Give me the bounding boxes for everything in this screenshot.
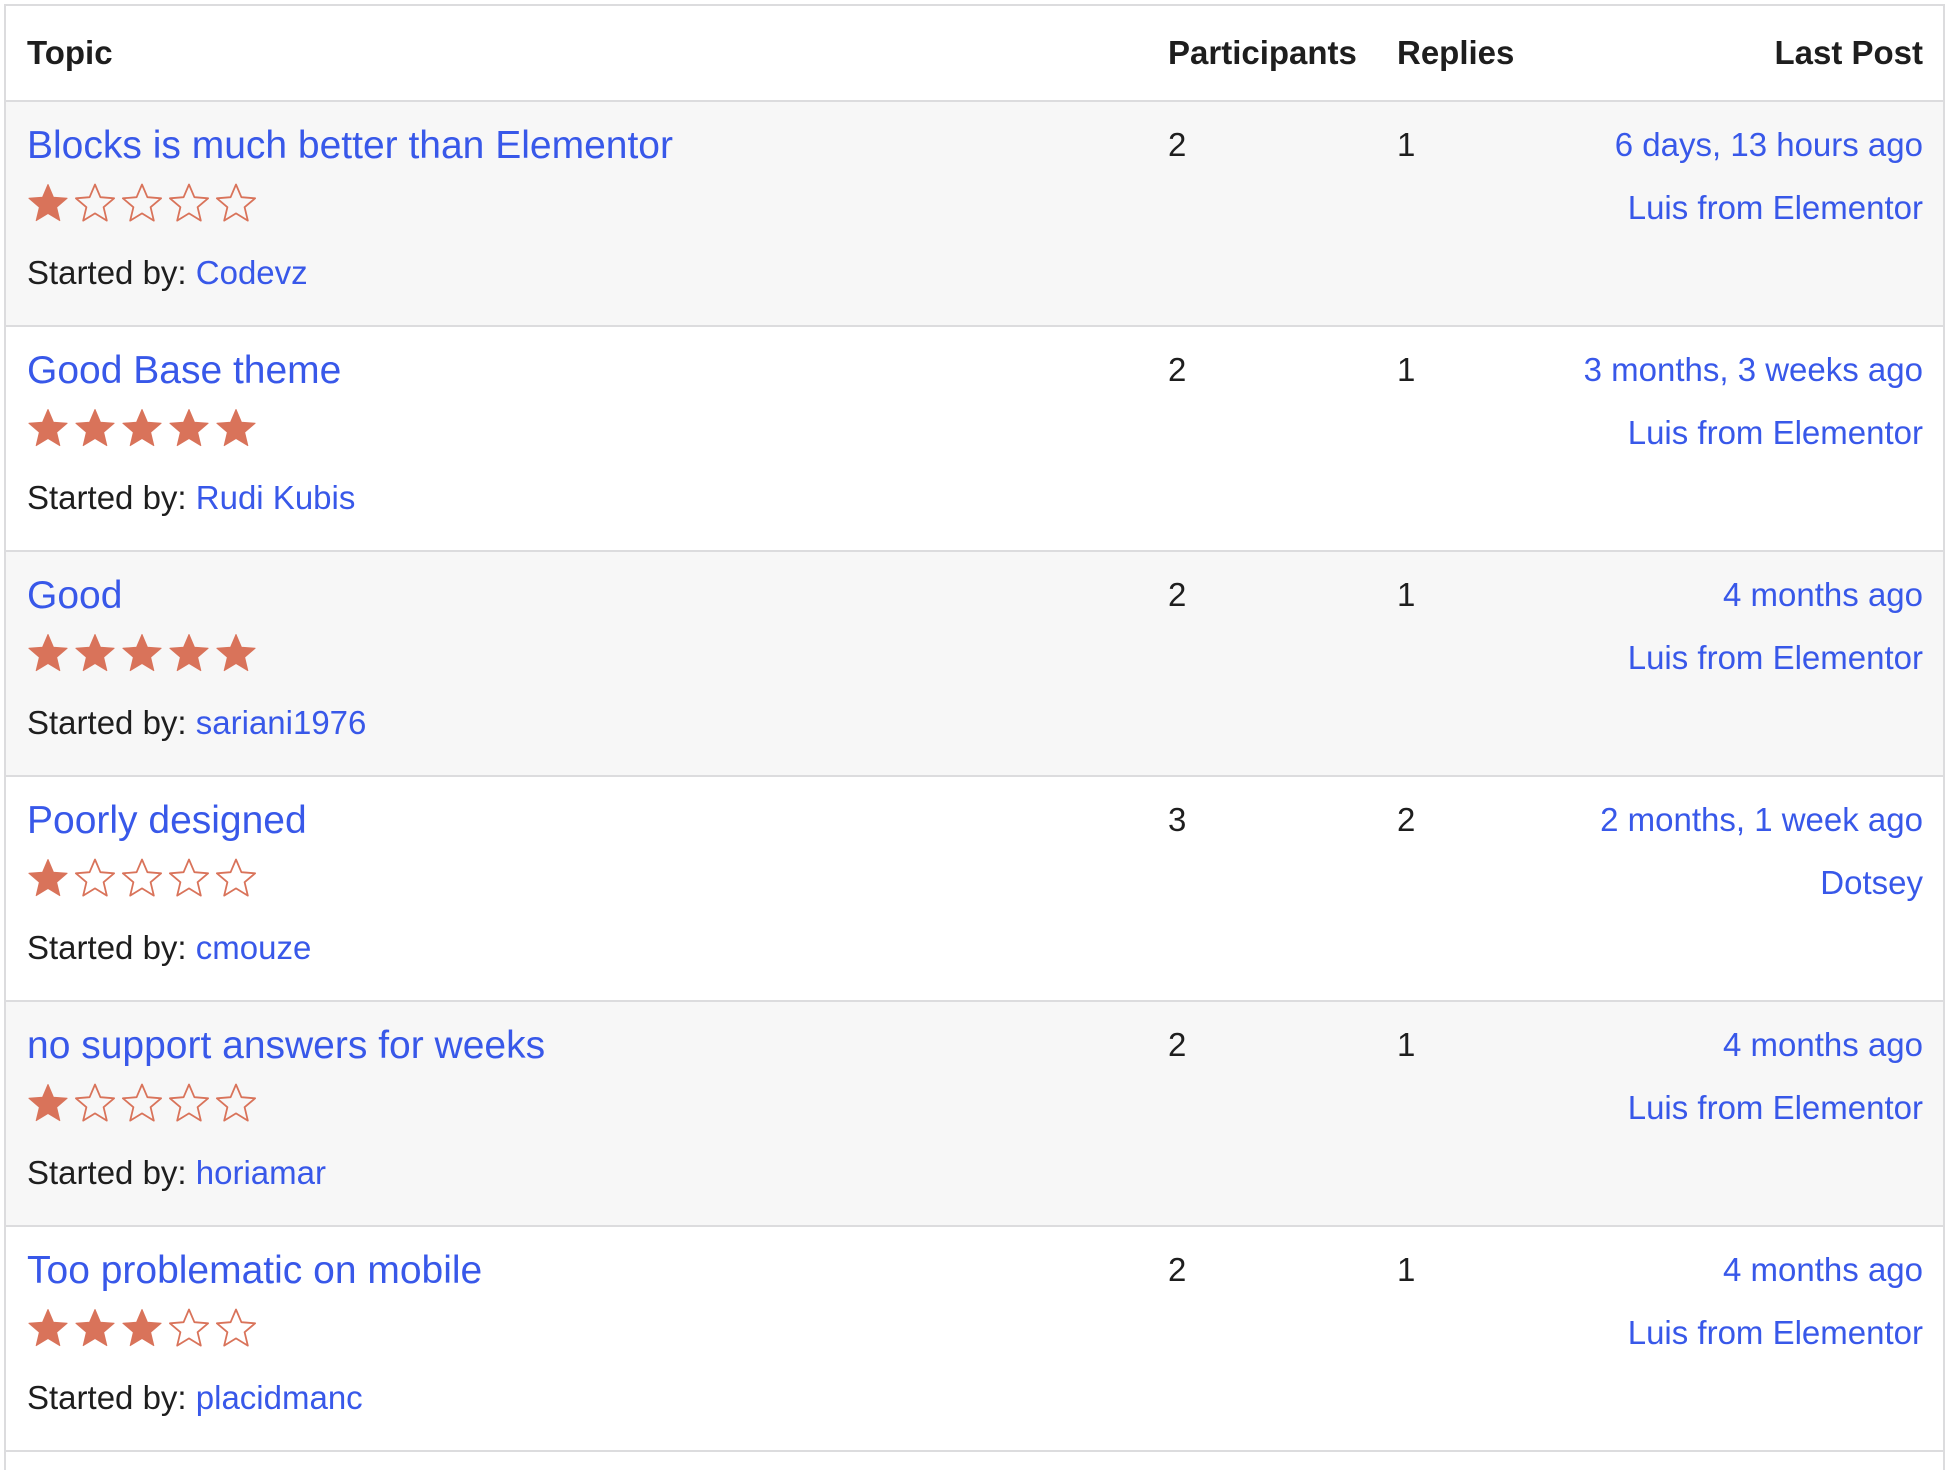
table-row: Blocks is much better than Elementor Sta…: [6, 102, 1943, 327]
star-filled-icon: [168, 632, 210, 674]
star-filled-icon: [74, 632, 116, 674]
started-by: Started by: horiamar: [27, 1154, 326, 1192]
replies-count: 1: [1397, 351, 1416, 388]
star-filled-icon: [27, 857, 69, 899]
replies-count: 1: [1397, 576, 1416, 613]
star-filled-icon: [27, 182, 69, 224]
started-by-label: Started by:: [27, 479, 187, 516]
author-link[interactable]: horiamar: [196, 1154, 326, 1191]
started-by-label: Started by:: [27, 254, 187, 291]
header-last-post: Last Post: [1774, 34, 1923, 71]
header-topic: Topic: [27, 34, 113, 71]
topic-title-link[interactable]: Blocks is much better than Elementor: [27, 124, 673, 168]
started-by-label: Started by:: [27, 929, 187, 966]
last-post-author-link[interactable]: Dotsey: [1820, 864, 1923, 902]
header-participants: Participants: [1168, 34, 1357, 71]
replies-count: 2: [1397, 801, 1416, 838]
participants-count: 2: [1168, 126, 1187, 163]
star-filled-icon: [27, 407, 69, 449]
last-post-time-link[interactable]: 4 months ago: [1723, 576, 1923, 614]
last-post-time-link[interactable]: 3 months, 3 weeks ago: [1584, 351, 1923, 389]
star-filled-icon: [121, 407, 163, 449]
star-filled-icon: [215, 632, 257, 674]
last-post-author-link[interactable]: Luis from Elementor: [1628, 1089, 1923, 1127]
star-empty-icon: [168, 1307, 210, 1349]
star-empty-icon: [74, 182, 116, 224]
star-empty-icon: [74, 1082, 116, 1124]
started-by-label: Started by:: [27, 1154, 187, 1191]
topic-title-link[interactable]: Good: [27, 574, 122, 618]
star-empty-icon: [215, 1082, 257, 1124]
star-filled-icon: [27, 1082, 69, 1124]
started-by: Started by: placidmanc: [27, 1379, 363, 1417]
star-rating: [27, 1307, 257, 1353]
last-post-time-link[interactable]: 4 months ago: [1723, 1026, 1923, 1064]
star-filled-icon: [121, 632, 163, 674]
star-empty-icon: [168, 857, 210, 899]
table-row: Poorly designed Started by: cmouze 3 2 2…: [6, 777, 1943, 1002]
author-link[interactable]: Codevz: [196, 254, 308, 291]
replies-count: 1: [1397, 126, 1416, 163]
last-post-time-link[interactable]: 2 months, 1 week ago: [1600, 801, 1923, 839]
last-post-author-link[interactable]: Luis from Elementor: [1628, 639, 1923, 677]
author-link[interactable]: Rudi Kubis: [196, 479, 356, 516]
last-post-author-link[interactable]: Luis from Elementor: [1628, 1314, 1923, 1352]
star-empty-icon: [215, 182, 257, 224]
started-by: Started by: cmouze: [27, 929, 311, 967]
topic-title-link[interactable]: Poorly designed: [27, 799, 307, 843]
participants-count: 2: [1168, 576, 1187, 613]
star-filled-icon: [121, 1307, 163, 1349]
star-rating: [27, 1082, 257, 1128]
star-filled-icon: [74, 407, 116, 449]
table-row: Good Started by: sariani1976 2 1 4 month…: [6, 552, 1943, 777]
star-empty-icon: [215, 857, 257, 899]
topic-title-link[interactable]: Too problematic on mobile: [27, 1249, 482, 1293]
participants-count: 3: [1168, 801, 1187, 838]
star-empty-icon: [168, 182, 210, 224]
last-post-time-link[interactable]: 6 days, 13 hours ago: [1615, 126, 1923, 164]
started-by: Started by: sariani1976: [27, 704, 366, 742]
table-row: Good Base theme Started by: Rudi Kubis 2…: [6, 327, 1943, 552]
star-rating: [27, 632, 257, 678]
author-link[interactable]: sariani1976: [196, 704, 367, 741]
star-filled-icon: [74, 1307, 116, 1349]
participants-count: 2: [1168, 1026, 1187, 1063]
topics-table: Topic Participants Replies Last Post Blo…: [4, 4, 1945, 1470]
topic-title-link[interactable]: no support answers for weeks: [27, 1024, 545, 1068]
header-replies: Replies: [1397, 34, 1515, 71]
last-post-author-link[interactable]: Luis from Elementor: [1628, 414, 1923, 452]
author-link[interactable]: placidmanc: [196, 1379, 363, 1416]
star-empty-icon: [215, 1307, 257, 1349]
star-empty-icon: [168, 1082, 210, 1124]
star-empty-icon: [121, 857, 163, 899]
table-header: Topic Participants Replies Last Post: [6, 6, 1943, 102]
star-filled-icon: [27, 1307, 69, 1349]
participants-count: 2: [1168, 1251, 1187, 1288]
started-by: Started by: Codevz: [27, 254, 308, 292]
started-by-label: Started by:: [27, 1379, 187, 1416]
last-post-author-link[interactable]: Luis from Elementor: [1628, 189, 1923, 227]
replies-count: 1: [1397, 1251, 1416, 1288]
star-empty-icon: [121, 182, 163, 224]
star-rating: [27, 407, 257, 453]
star-empty-icon: [74, 857, 116, 899]
star-rating: [27, 182, 257, 228]
star-filled-icon: [168, 407, 210, 449]
replies-count: 1: [1397, 1026, 1416, 1063]
star-empty-icon: [121, 1082, 163, 1124]
last-post-time-link[interactable]: 4 months ago: [1723, 1251, 1923, 1289]
star-filled-icon: [215, 407, 257, 449]
table-row: no support answers for weeks Started by:…: [6, 1002, 1943, 1227]
author-link[interactable]: cmouze: [196, 929, 312, 966]
table-row: Too problematic on mobile Started by: pl…: [6, 1227, 1943, 1452]
star-rating: [27, 857, 257, 903]
started-by: Started by: Rudi Kubis: [27, 479, 355, 517]
table-body: Blocks is much better than Elementor Sta…: [6, 102, 1943, 1452]
started-by-label: Started by:: [27, 704, 187, 741]
star-filled-icon: [27, 632, 69, 674]
topic-title-link[interactable]: Good Base theme: [27, 349, 341, 393]
participants-count: 2: [1168, 351, 1187, 388]
